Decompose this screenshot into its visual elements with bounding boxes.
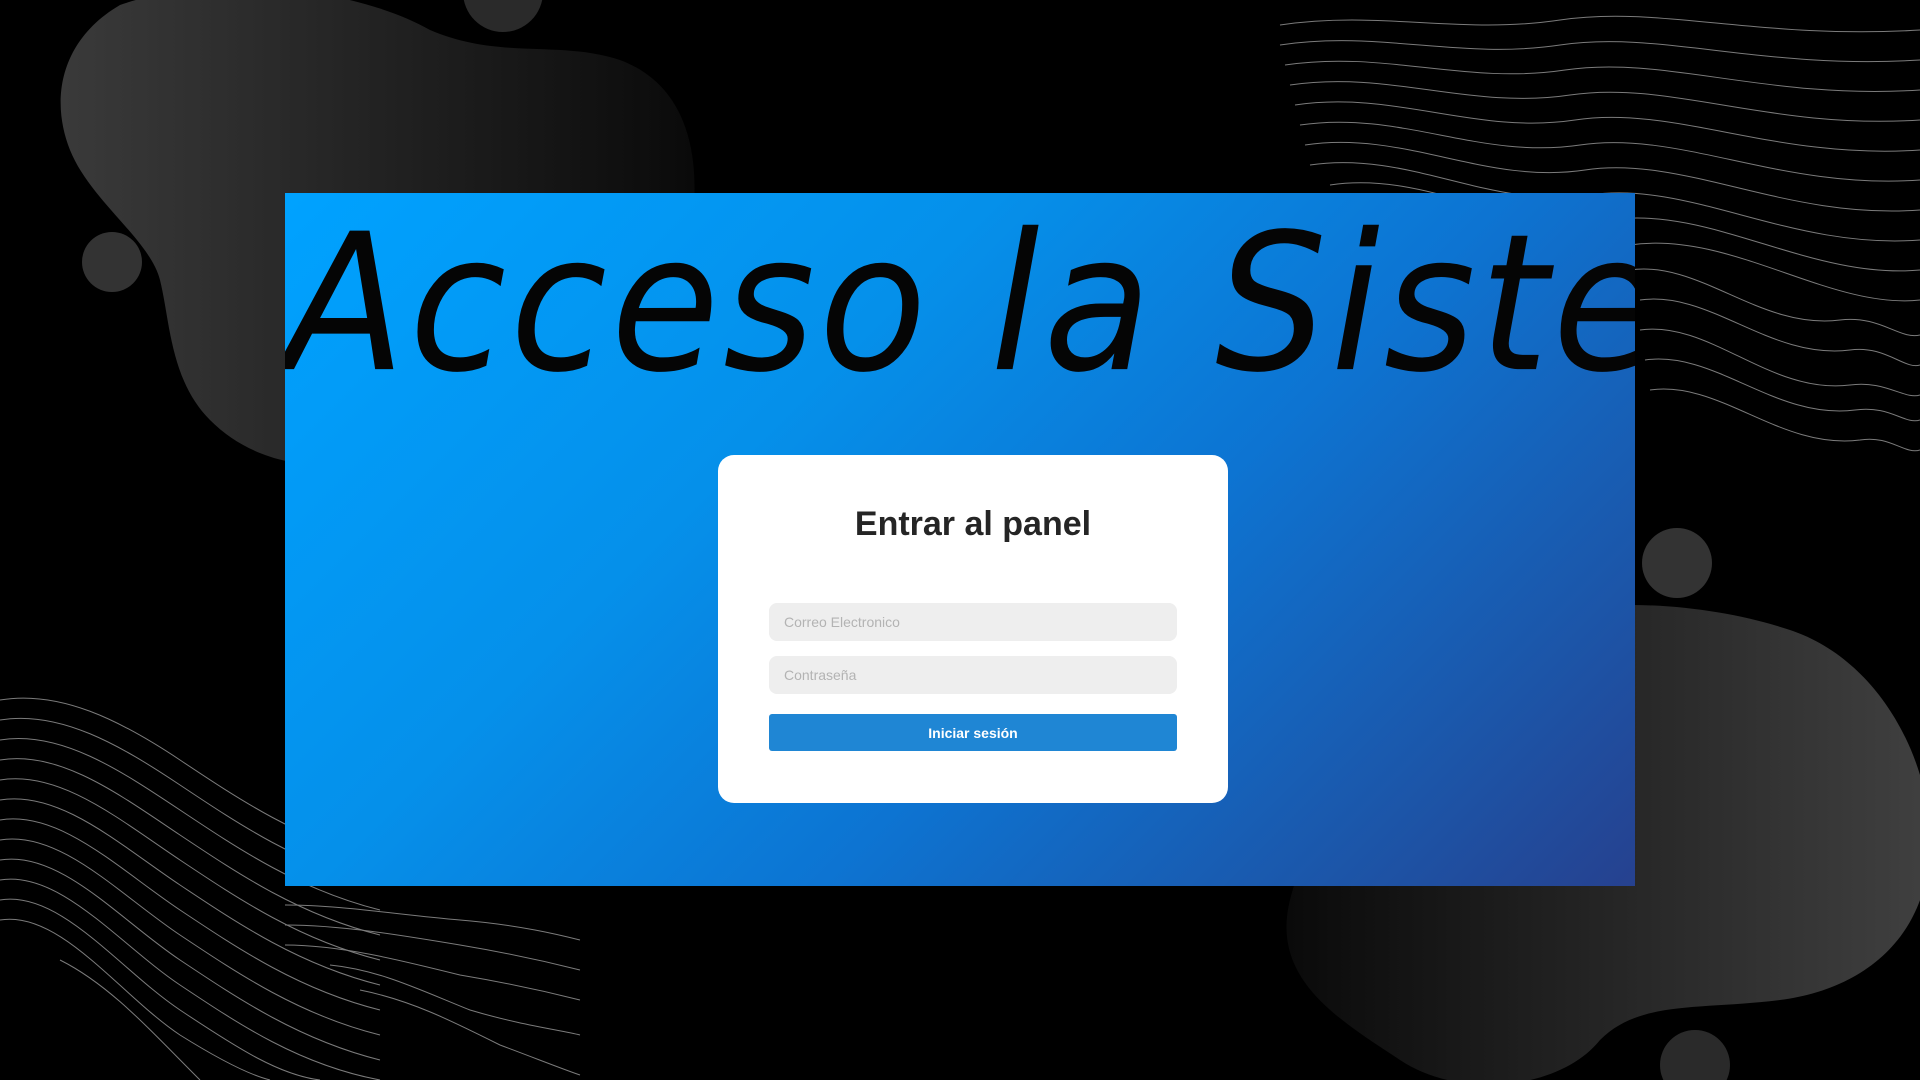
email-field[interactable] [769, 603, 1177, 641]
login-button[interactable]: Iniciar sesión [769, 714, 1177, 751]
bottom-right-dot [1660, 1030, 1730, 1080]
login-heading: Entrar al panel [854, 505, 1092, 543]
top-left-dot [82, 232, 142, 292]
page-stage: Acceso la Sistema Entrar al panel Inicia… [0, 0, 1920, 1080]
top-dot [463, 0, 543, 32]
hero-banner: Acceso la Sistema Entrar al panel Inicia… [285, 193, 1635, 886]
right-dot [1642, 528, 1712, 598]
login-card: Entrar al panel Iniciar sesión [718, 455, 1228, 803]
page-title: Acceso la Sistema [285, 193, 1635, 415]
password-field[interactable] [769, 656, 1177, 694]
